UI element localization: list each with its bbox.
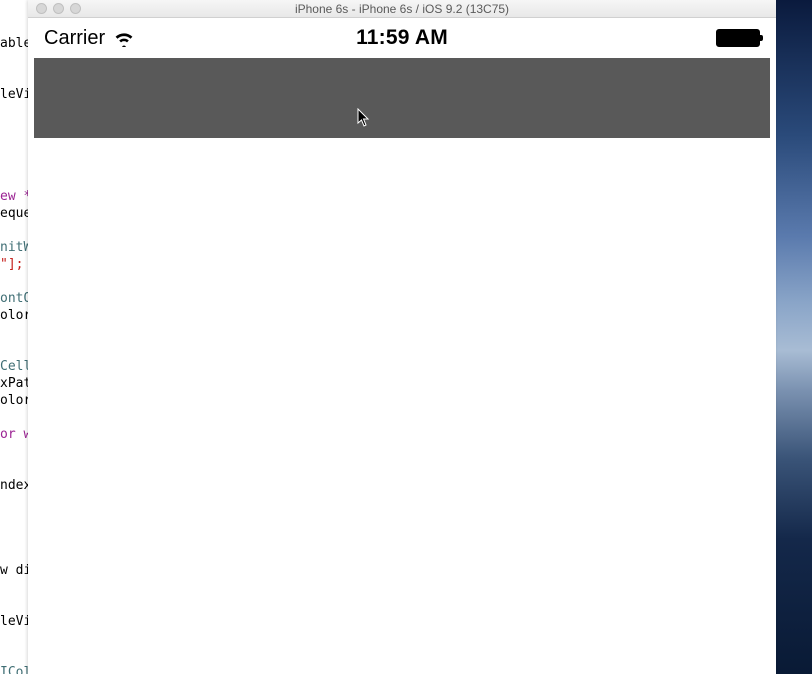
code-fragment: ew * — [0, 188, 28, 205]
code-fragment: xPat — [0, 375, 28, 392]
desktop-wallpaper — [776, 0, 812, 674]
code-fragment — [0, 579, 28, 596]
code-fragment: leVi — [0, 613, 28, 630]
battery-icon — [716, 29, 760, 47]
simulator-title: iPhone 6s - iPhone 6s / iOS 9.2 (13C75) — [28, 2, 776, 16]
code-fragment — [0, 443, 28, 460]
code-fragment — [0, 120, 28, 137]
code-fragment — [0, 528, 28, 545]
code-fragment — [0, 460, 28, 477]
code-fragment: ndex — [0, 477, 28, 494]
code-fragment: leVi — [0, 86, 28, 103]
window-traffic-lights[interactable] — [36, 3, 81, 14]
code-fragment — [0, 494, 28, 511]
code-fragment: Cell — [0, 358, 28, 375]
code-fragment — [0, 647, 28, 664]
code-fragment: "]; — [0, 256, 28, 273]
simulator-scrollbar[interactable] — [770, 18, 776, 674]
code-fragment — [0, 154, 28, 171]
code-fragment: ICol — [0, 664, 28, 674]
code-fragment: eque — [0, 205, 28, 222]
status-time: 11:59 AM — [356, 26, 448, 50]
code-fragment — [0, 324, 28, 341]
code-fragment — [0, 409, 28, 426]
device-screen[interactable]: Carrier 11:59 AM — [34, 18, 770, 674]
close-icon[interactable] — [36, 3, 47, 14]
code-fragment — [0, 596, 28, 613]
code-fragment — [0, 103, 28, 120]
code-fragment — [0, 171, 28, 188]
navigation-bar — [34, 58, 770, 138]
code-fragment — [0, 222, 28, 239]
code-fragment — [0, 69, 28, 86]
code-fragment — [0, 511, 28, 528]
code-fragment: olor — [0, 392, 28, 409]
code-fragment: w di — [0, 562, 28, 579]
carrier-label: Carrier — [44, 27, 105, 50]
code-fragment — [0, 341, 28, 358]
code-fragment — [0, 545, 28, 562]
code-fragment: ableVi — [0, 35, 28, 52]
ios-simulator-window: iPhone 6s - iPhone 6s / iOS 9.2 (13C75) … — [28, 0, 776, 674]
code-fragment: or w — [0, 426, 28, 443]
simulator-titlebar[interactable]: iPhone 6s - iPhone 6s / iOS 9.2 (13C75) — [28, 0, 776, 18]
code-fragment: nitW — [0, 239, 28, 256]
xcode-editor-background: ableVileView *equenitW"];ontOolorCellxPa… — [0, 0, 28, 674]
wifi-icon — [113, 29, 135, 47]
code-fragment: ontO — [0, 290, 28, 307]
code-fragment: olor — [0, 307, 28, 324]
ios-status-bar: Carrier 11:59 AM — [34, 18, 770, 58]
table-view-content[interactable] — [34, 138, 770, 674]
code-fragment — [0, 137, 28, 154]
code-fragment — [0, 630, 28, 647]
zoom-icon[interactable] — [70, 3, 81, 14]
code-fragment — [0, 52, 28, 69]
minimize-icon[interactable] — [53, 3, 64, 14]
code-fragment — [0, 273, 28, 290]
